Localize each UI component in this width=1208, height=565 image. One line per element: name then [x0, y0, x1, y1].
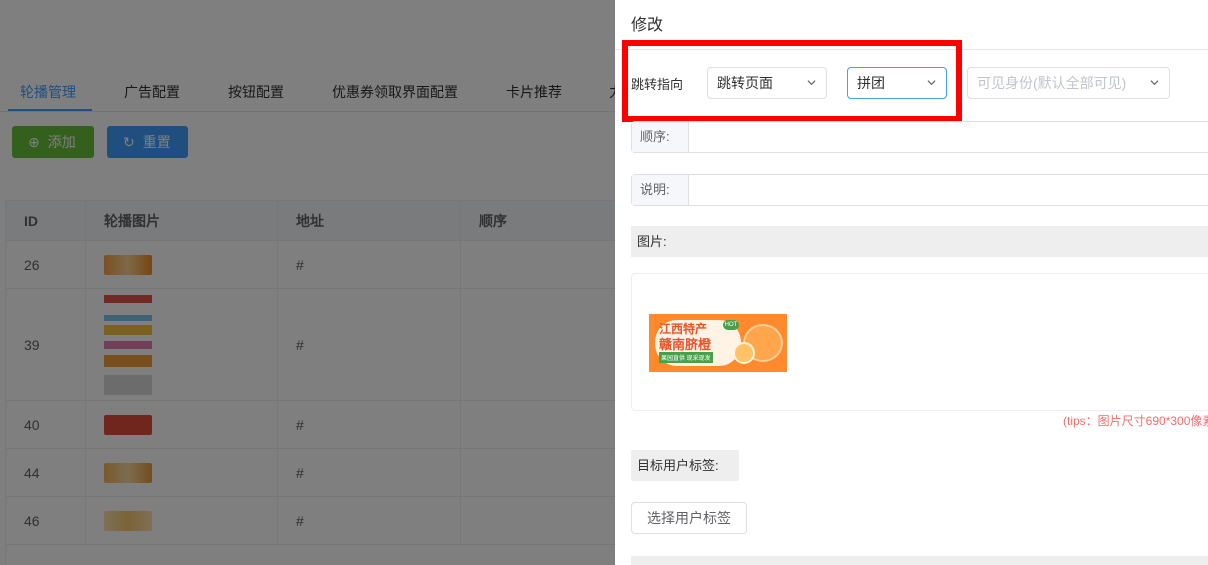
visible-identity-select[interactable]: 可见身份(默认全部可见) [967, 67, 1170, 99]
next-section-label [631, 556, 1208, 565]
image-upload-area[interactable]: 江西特产 赣南脐橙 果园直供 现采现发 HOT [631, 273, 1208, 411]
edit-drawer: 修改 跳转指向 跳转页面 拼团 可见身份(默认全部可见) 顺序: 说明: 图片:… [615, 0, 1208, 565]
order-label: 顺序: [632, 122, 689, 152]
order-input[interactable] [689, 122, 1208, 152]
description-input[interactable] [689, 175, 1208, 205]
order-input-group: 顺序: [631, 121, 1208, 153]
hot-badge: HOT [723, 320, 739, 330]
red-highlight-box [622, 40, 962, 122]
image-size-tip: (tips：图片尺寸690*300像素 [1063, 414, 1208, 428]
orange-slice-icon [733, 342, 755, 364]
banner-text-line3: 果园直供 现采现发 [659, 352, 713, 363]
select-user-tag-button[interactable]: 选择用户标签 [631, 502, 747, 534]
target-user-tag-label: 目标用户标签: [631, 450, 739, 481]
description-label: 说明: [632, 175, 689, 205]
drawer-title: 修改 [631, 17, 664, 34]
banner-image-preview[interactable]: 江西特产 赣南脐橙 果园直供 现采现发 HOT [649, 314, 787, 372]
image-section-label: 图片: [631, 226, 1208, 257]
chevron-down-icon [1150, 80, 1159, 86]
banner-text-line2: 赣南脐橙 [659, 337, 712, 352]
description-input-group: 说明: [631, 174, 1208, 206]
